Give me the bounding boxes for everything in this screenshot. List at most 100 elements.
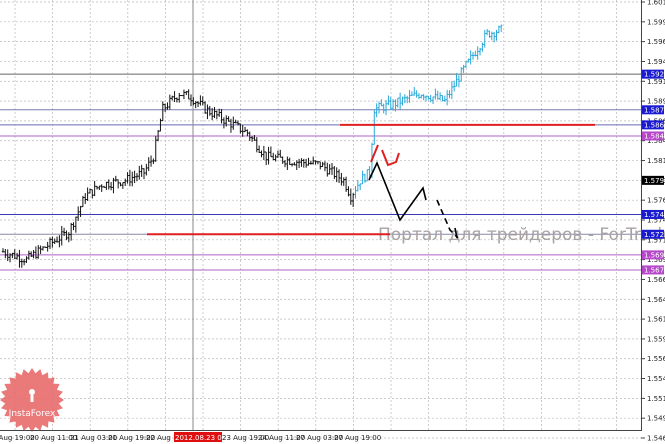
price-bar bbox=[410, 91, 414, 96]
price-bar bbox=[119, 182, 122, 187]
price-bar bbox=[382, 103, 385, 114]
price-bar bbox=[131, 171, 134, 187]
price-bar bbox=[187, 89, 190, 100]
price-bar bbox=[330, 162, 334, 175]
price-tick-label: 1.5940 bbox=[647, 58, 665, 66]
price-bar bbox=[37, 245, 40, 259]
price-tick-label: 1.5490 bbox=[647, 415, 665, 423]
price-bar bbox=[286, 156, 289, 170]
price-bar bbox=[11, 252, 14, 259]
price-tick-label: 1.5590 bbox=[647, 335, 665, 343]
price-bar bbox=[476, 46, 479, 60]
price-bar bbox=[171, 95, 174, 101]
price-bar bbox=[403, 94, 407, 104]
price-bar bbox=[347, 186, 350, 197]
price-bar bbox=[95, 185, 99, 190]
price-bar bbox=[471, 51, 475, 60]
level-label: 1.5696 bbox=[644, 251, 665, 259]
price-bar bbox=[455, 73, 458, 87]
grid bbox=[0, 0, 641, 439]
price-bar bbox=[98, 185, 101, 191]
price-bar bbox=[375, 103, 378, 118]
price-bar bbox=[246, 129, 249, 137]
price-bar bbox=[467, 58, 470, 63]
price-bar bbox=[276, 150, 280, 158]
price-bar bbox=[62, 227, 66, 237]
price-bar bbox=[279, 149, 282, 158]
price-bar bbox=[34, 246, 38, 259]
price-bar bbox=[436, 90, 439, 100]
price-bar bbox=[116, 179, 120, 189]
price-bar bbox=[58, 235, 61, 248]
price-bar bbox=[67, 232, 70, 243]
price-bar bbox=[208, 105, 211, 116]
logo-text: InstaForex bbox=[9, 409, 56, 419]
price-bar bbox=[337, 169, 341, 184]
price-bar bbox=[267, 146, 270, 165]
price-tick-label: 1.5890 bbox=[647, 98, 665, 106]
price-bar bbox=[492, 31, 496, 43]
price-bar bbox=[77, 206, 80, 221]
price-tick-label: 1.5915 bbox=[647, 78, 665, 86]
price-bar bbox=[154, 135, 157, 162]
price-bar bbox=[314, 160, 317, 165]
price-bar bbox=[361, 170, 364, 185]
price-bar bbox=[227, 116, 230, 122]
price-bar bbox=[497, 25, 501, 34]
price-bar bbox=[145, 163, 148, 176]
price-bar bbox=[69, 222, 73, 241]
price-bar bbox=[234, 119, 237, 124]
price-chart[interactable]: InstaForex Портал для трейдеров - ForTra… bbox=[0, 0, 665, 444]
price-bar bbox=[377, 101, 381, 114]
price-bar bbox=[206, 104, 209, 120]
price-axis[interactable]: 1.60151.59901.59651.59401.59151.58901.58… bbox=[641, 0, 665, 443]
level-label: 1.5846 bbox=[644, 132, 665, 140]
watermark: Портал для трейдеров - ForTrader.ru bbox=[378, 225, 665, 245]
price-tick-label: 1.5615 bbox=[647, 316, 665, 324]
price-bar bbox=[363, 173, 367, 183]
price-tick-label: 1.5765 bbox=[647, 197, 665, 205]
price-bar bbox=[366, 169, 369, 182]
level-label: 1.5790 bbox=[644, 177, 665, 185]
price-bar bbox=[241, 125, 244, 137]
price-bar bbox=[290, 163, 294, 167]
price-bar bbox=[41, 246, 45, 251]
price-bar bbox=[431, 96, 435, 105]
price-bar bbox=[161, 101, 164, 122]
price-tick-label: 1.5640 bbox=[647, 296, 665, 304]
price-bar bbox=[199, 95, 202, 106]
price-bar bbox=[81, 195, 85, 208]
price-bar bbox=[389, 96, 392, 111]
time-axis[interactable]: 7 Aug 19:0020 Aug 11:0021 Aug 03:0021 Au… bbox=[0, 432, 381, 442]
forecast-arrow-solid bbox=[368, 161, 427, 222]
price-bar bbox=[4, 248, 7, 259]
price-bar bbox=[20, 258, 23, 268]
price-bar bbox=[88, 188, 92, 194]
price-bar bbox=[500, 24, 503, 33]
price-bar bbox=[295, 160, 298, 171]
instaforex-logo: InstaForex bbox=[0, 368, 64, 432]
price-bar bbox=[422, 93, 425, 101]
price-bar bbox=[373, 109, 376, 145]
price-bar bbox=[1, 248, 5, 253]
price-bar bbox=[420, 94, 423, 99]
price-bar bbox=[427, 95, 430, 100]
price-bar bbox=[53, 238, 56, 245]
price-bar bbox=[485, 28, 489, 36]
price-bar bbox=[359, 183, 362, 191]
price-bar bbox=[79, 205, 82, 217]
price-bar bbox=[51, 236, 54, 248]
price-bar bbox=[380, 99, 383, 107]
price-bar bbox=[229, 118, 233, 133]
price-bar bbox=[102, 185, 106, 188]
price-bar bbox=[316, 161, 320, 165]
price-bar bbox=[133, 170, 136, 184]
price-bar bbox=[495, 29, 498, 41]
price-bar bbox=[220, 109, 223, 124]
price-bar bbox=[109, 182, 113, 191]
price-bar bbox=[283, 160, 287, 168]
price-bar bbox=[30, 251, 33, 257]
time-tick-label: 27 Aug 19:00 bbox=[334, 434, 381, 442]
price-bar bbox=[293, 162, 296, 166]
price-bar bbox=[166, 102, 169, 110]
